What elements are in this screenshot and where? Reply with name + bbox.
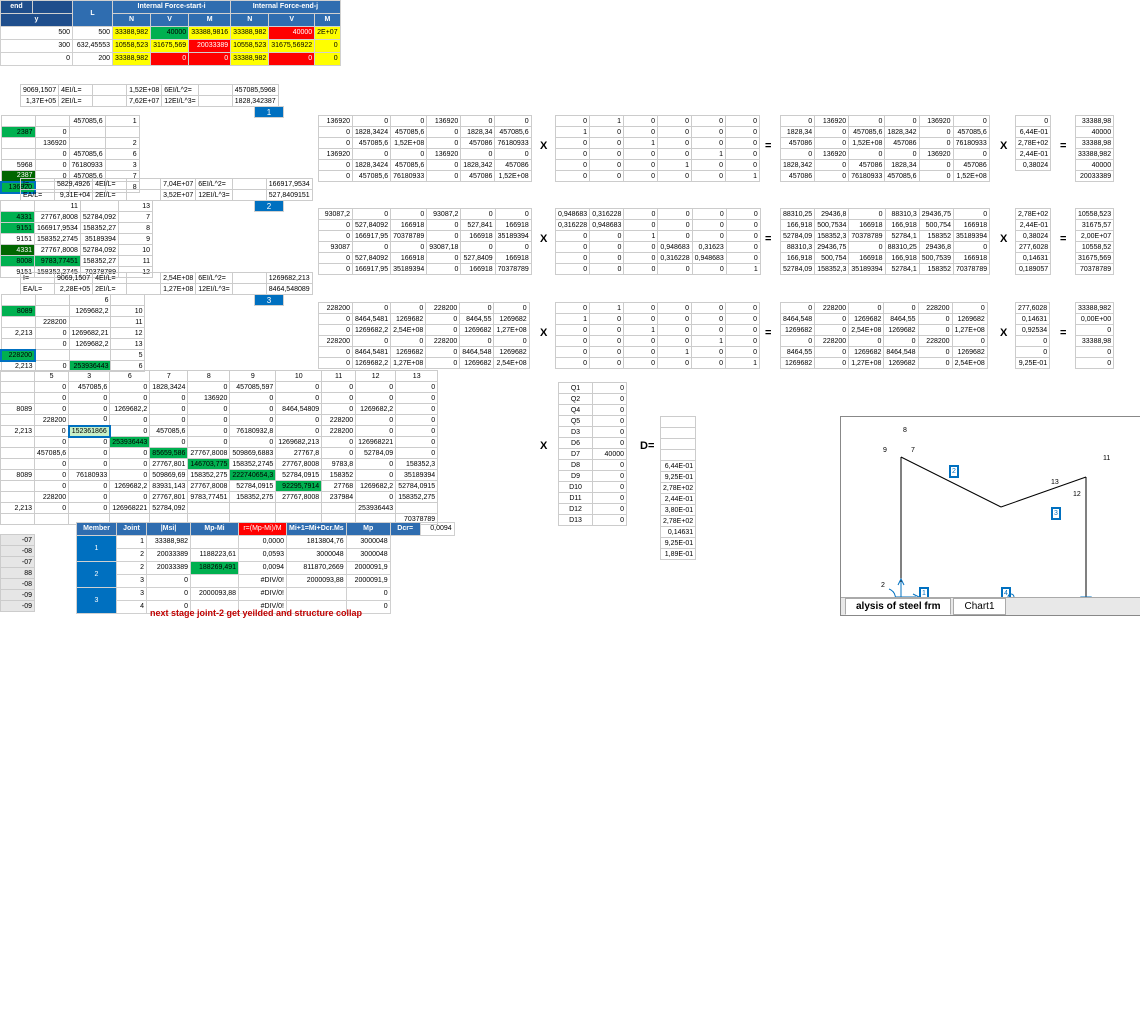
matrix-t2: 0,9486830,31622800000,3162280,9486830000…: [555, 208, 761, 275]
hdr-y: y: [1, 14, 73, 27]
multiply-op: X: [1000, 233, 1007, 245]
q-vector: Q10Q20Q40Q50D30D60D740000D80D90D100D110D…: [558, 382, 627, 526]
equals-op: =: [1060, 327, 1066, 339]
global-stiffness-matrix: 536789101112130457085,601828,34240457085…: [0, 370, 438, 525]
vec-f3: 33388,9820,00E+00033388,9800: [1075, 302, 1114, 369]
matrix-k2: 93087,20093087,2000527,840921669180527,8…: [318, 208, 532, 275]
equals-op: =: [765, 140, 771, 152]
hdr-ifend: Internal Force-end-j: [231, 1, 340, 14]
stiffness-block-3: I=9069,15074EI/L=2,54E+086EI/L^2=1269682…: [20, 272, 313, 295]
sheet-tab-bar: alysis of steel frm Chart1: [841, 597, 1140, 615]
left-block-2: 1113 433127767,800852784,0927 9151166917…: [0, 200, 153, 278]
vec-d2: 2,78E+022,44E-010,38024277,60280,146310,…: [1015, 208, 1051, 275]
multiply-op: X: [540, 440, 547, 452]
matrix-t3: 010000100000001000000010000100000001: [555, 302, 760, 369]
vec-d1: 06,44E-012,78E+022,44E-010,38024: [1015, 115, 1051, 171]
multiply-op: X: [1000, 140, 1007, 152]
matrix-k1: 136920001369200001828,3424457085,601828,…: [318, 115, 532, 182]
d-vector: 6,44E-019,25E-012,78E+022,44E-013,80E-01…: [660, 416, 696, 560]
row-labels: -07 -08 -07 88 -08 -09 -09: [0, 534, 35, 612]
tab-chart1[interactable]: Chart1: [953, 598, 1005, 615]
d-label: D=: [640, 440, 654, 452]
multiply-op: X: [540, 327, 547, 339]
hdr-L: L: [73, 1, 113, 27]
multiply-op: X: [1000, 327, 1007, 339]
equals-op: =: [765, 233, 771, 245]
equals-op: =: [1060, 140, 1066, 152]
block-num-2: 2: [254, 200, 284, 212]
dcr-value: 0,0094: [420, 523, 454, 536]
hdr-ifstart: Internal Force-start-i: [113, 1, 231, 14]
collapse-note: next stage joint-2 get yeilded and struc…: [150, 608, 362, 618]
hdr-end: end: [1, 1, 33, 14]
matrix-k3: 228200002282000008464,5481126968208464,5…: [318, 302, 530, 369]
force-table: end L Internal Force-start-i Internal Fo…: [0, 0, 341, 66]
force-row: 0 200 33388,982 0 0 33388,982 0 0: [1, 53, 341, 66]
vec-f2: 10558,52331675,572,00E+0710558,5231675,5…: [1075, 208, 1114, 275]
block-num-1: 1: [254, 106, 284, 118]
tab-analysis[interactable]: alysis of steel frm: [845, 598, 951, 615]
vec-f1: 33388,984000033388,9833388,9824000020033…: [1075, 115, 1114, 182]
block-num-3: 3: [254, 294, 284, 306]
member-table: Member Joint |Msi| Mp-Mi r=(Mp-Mi)/M Mi+…: [76, 522, 455, 614]
structure-diagram: 1 2 3 4 2 1 7 8 9 12 13 11 alysis of ste…: [840, 416, 1140, 616]
multiply-op: X: [540, 233, 547, 245]
force-row: 500 500 33388,982 40000 33388,9816 33388…: [1, 27, 341, 40]
matrix-kt3: 02282000022820008464,548012696828464,550…: [780, 302, 988, 369]
matrix-kt2: 88310,2529436,8088310,329436,750166,9185…: [780, 208, 990, 275]
force-row: 300 632,45553 10558,523 31675,569 200333…: [1, 40, 341, 53]
vec-d3: 277,60280,146310,92534009,25E-01: [1015, 302, 1050, 369]
multiply-op: X: [540, 140, 547, 152]
matrix-t1: 010000100000001000000010000100000001: [555, 115, 760, 182]
matrix-kt1: 01369200013692001828,340457085,61828,342…: [780, 115, 990, 182]
equals-op: =: [1060, 233, 1066, 245]
stiffness-block-2: I=5829,49264EI/L=7,04E+076EI/L^2=166917,…: [20, 178, 313, 201]
stiffness-block-1: 9069,15074EI/L=1,52E+086EI/L^2=457085,59…: [20, 84, 279, 107]
equals-op: =: [765, 327, 771, 339]
left-block-3: 6 80891269682,210 22820011 2,21301269682…: [0, 294, 145, 372]
